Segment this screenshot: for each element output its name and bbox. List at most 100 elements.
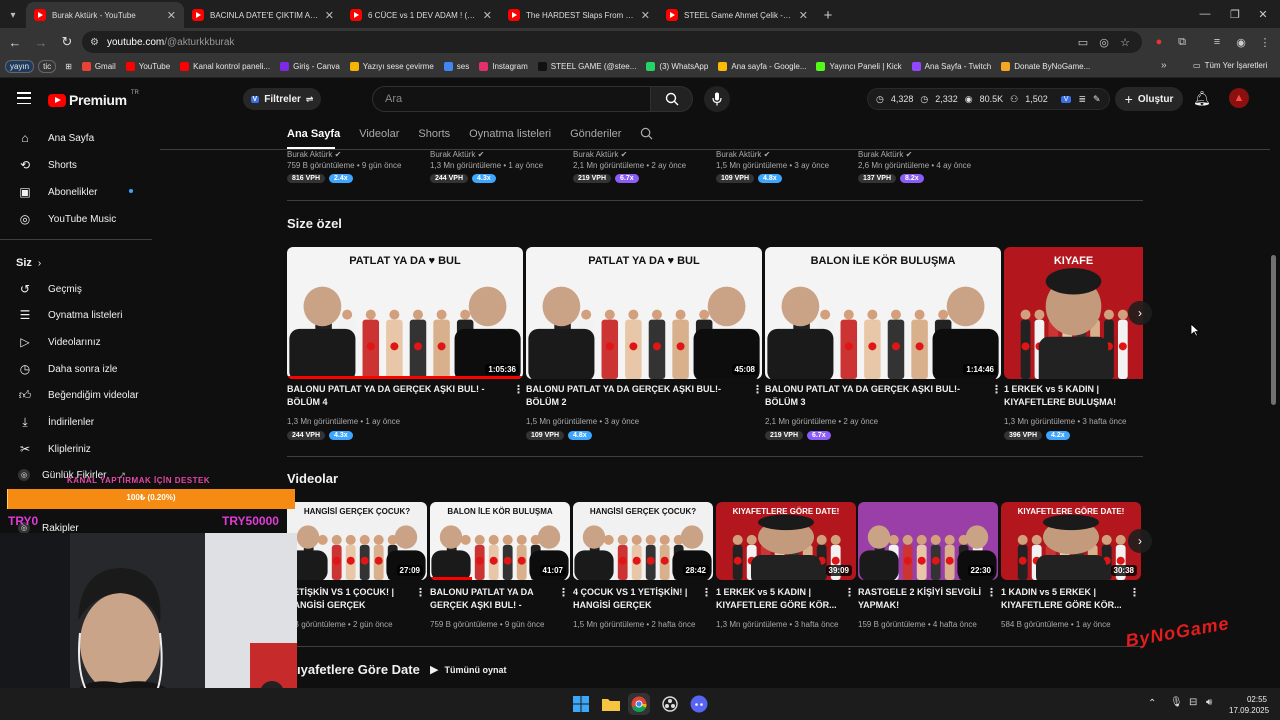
system-clock[interactable]: 02:55 17.09.2025 (1229, 694, 1269, 716)
video-title[interactable]: BALONU PATLAT YA DA GERÇEK AŞKI BUL!- BÖ… (526, 383, 748, 409)
bookmark-pill[interactable]: tic (38, 60, 57, 73)
close-tab-icon[interactable]: ✕ (799, 9, 808, 22)
sidebar-item-liked[interactable]: 👍︎ Beğendiğim videolar (18, 388, 139, 402)
more-options-icon[interactable]: ⋮ (701, 586, 712, 599)
more-options-icon[interactable]: ⋮ (986, 586, 997, 599)
chrome-icon[interactable] (628, 693, 650, 715)
video-thumbnail[interactable]: HANGİSİ GERÇEK ÇOCUK? 27:09 (287, 502, 427, 580)
bookmarks-more-icon[interactable]: » (1161, 60, 1167, 71)
close-tab-icon[interactable]: ✕ (167, 9, 176, 22)
tab-search-icon[interactable]: ▾ (0, 2, 26, 28)
channel-name[interactable]: Burak Aktürk ✔ (287, 149, 427, 160)
sidebar-item-music[interactable]: ◎ YouTube Music (18, 212, 116, 226)
video-title[interactable]: 1 KADIN vs 5 ERKEK | KIYAFETLERE GÖRE KÖ… (1001, 586, 1125, 612)
close-tab-icon[interactable]: ✕ (325, 9, 334, 22)
forward-icon[interactable]: → (30, 31, 52, 53)
video-card[interactable]: KIYAFETLERE GÖRE DATE! 30:38 1 KADIN vs 5 … (1001, 502, 1141, 632)
video-title[interactable]: YETİŞKİN VS 1 ÇOCUK! | HANGİSİ GERÇEK ÇO… (287, 586, 411, 613)
video-title[interactable]: BALONU PATLAT YA DA GERÇEK AŞKI BUL! - B… (430, 586, 554, 613)
sidebar-item-watch-later[interactable]: ◷ Daha sonra izle (18, 362, 118, 376)
video-card[interactable]: BALON İLE KÖR BULUŞMA 41:07 BALONU PATLAT … (430, 502, 570, 632)
back-icon[interactable]: ← (4, 31, 26, 53)
video-title[interactable]: BALONU PATLAT YA DA GERÇEK AŞKI BUL! - B… (287, 383, 509, 409)
video-card[interactable]: 22:30 RASTGELE 2 KİŞİYİ SEVGİLİ YAPMAK! ⋮ 1… (858, 502, 998, 632)
more-options-icon[interactable]: ⋮ (844, 586, 855, 599)
video-card[interactable]: PATLAT YA DA ♥ BUL 45:08 BALONU PATLAT YA … (526, 247, 763, 447)
youtube-premium-logo[interactable]: Premium TR (48, 90, 139, 108)
sidebar-item-playlists[interactable]: ☰ Oynatma listeleri (18, 308, 123, 322)
bookmark-item[interactable]: Gmail (77, 62, 121, 71)
network-icon[interactable]: ⊟ (1189, 697, 1197, 708)
channel-name[interactable]: Burak Aktürk ✔ (430, 149, 570, 160)
browser-tab-0[interactable]: Burak Aktürk - YouTube ✕ (26, 2, 184, 28)
bookmark-item[interactable]: ses (439, 62, 474, 71)
more-options-icon[interactable]: ⋮ (558, 586, 569, 599)
volume-icon[interactable]: 🔊︎ (1206, 697, 1212, 708)
minimize-icon[interactable]: — (1188, 0, 1222, 28)
bookmark-item[interactable]: Ana sayfa - Google... (713, 62, 811, 71)
extension-stats-bar[interactable]: ◷ 4,328 ◷ 2,332 ◉ 80.5K ⚇ 1,502 V ≣ ✎ (867, 88, 1110, 110)
browser-tab-2[interactable]: 6 CÜCE vs 1 DEV ADAM ! (Kim ✕ (342, 2, 500, 28)
bookmark-item[interactable]: Yayıncı Paneli | Kick (811, 62, 906, 71)
tab-home[interactable]: Ana Sayfa (287, 128, 340, 140)
bookmark-item[interactable]: Yazıyı sese çevirme (345, 62, 439, 71)
video-thumbnail[interactable]: PATLAT YA DA ♥ BUL 45:08 (526, 247, 762, 379)
search-button[interactable] (651, 86, 693, 112)
channel-name[interactable]: Burak Aktürk ✔ (716, 149, 856, 160)
tab-shorts[interactable]: Shorts (418, 128, 450, 140)
bookmark-item[interactable]: Giriş - Canva (275, 62, 345, 71)
bookmark-item[interactable]: (3) WhatsApp (641, 62, 713, 71)
bookmark-item[interactable]: Kanal kontrol paneli... (175, 62, 275, 71)
more-options-icon[interactable]: ⋮ (415, 586, 426, 599)
vidiq-icon[interactable]: V (1060, 95, 1072, 103)
close-tab-icon[interactable]: ✕ (483, 9, 492, 22)
bookmark-pill[interactable]: yayın (5, 60, 35, 73)
play-all-button[interactable]: ▶ Tümünü oynat (430, 663, 506, 676)
mic-tray-icon[interactable]: 🎙︎ (1170, 697, 1183, 708)
browser-tab-4[interactable]: STEEL Game Ahmet Çelik - You ✕ (658, 2, 816, 28)
site-info-icon[interactable]: ⚙ (90, 37, 99, 48)
browser-menu-icon[interactable]: ⋮ (1256, 33, 1274, 51)
video-title[interactable]: 1 ERKEK vs 5 KADIN | KIYAFETLERE BULUŞMA… (1004, 383, 1129, 409)
video-card[interactable]: KIYAFE 1 ERKEK vs 5 KADIN | KIYAFETLERE B… (1004, 247, 1143, 447)
browser-tab-1[interactable]: BACINLA DATE'E ÇIKTIM ALİ Bİ ✕ (184, 2, 342, 28)
channel-search-icon[interactable] (640, 127, 653, 140)
profile-avatar-icon[interactable]: ◉ (1232, 33, 1250, 51)
more-options-icon[interactable]: ⋮ (513, 383, 524, 396)
sidebar-item-downloads[interactable]: ⤓ İndirilenler (18, 415, 94, 429)
new-tab-button[interactable]: + (816, 2, 840, 28)
video-card[interactable]: KIYAFETLERE GÖRE DATE! 39:09 1 ERKEK vs 5 … (716, 502, 856, 632)
list-icon[interactable]: ≣ (1078, 94, 1086, 105)
notifications-bell-icon[interactable]: 🔔︎ (1193, 90, 1211, 107)
video-thumbnail[interactable]: KIYAFETLERE GÖRE DATE! 39:09 (716, 502, 856, 580)
close-window-icon[interactable]: ✕ (1246, 0, 1280, 28)
video-title[interactable]: 1 ERKEK vs 5 KADIN | KIYAFETLERE GÖRE KÖ… (716, 586, 840, 612)
filters-button[interactable]: V Filtreler ⇌ (243, 88, 321, 110)
sidebar-item-shorts[interactable]: ⟲ Shorts (18, 158, 77, 172)
extensions-puzzle-icon[interactable]: ⧉ (1173, 33, 1191, 51)
video-title[interactable]: 4 ÇOCUK VS 1 YETİŞKİN! | HANGİSİ GERÇEK … (573, 586, 697, 613)
channel-name[interactable]: Burak Aktürk ✔ (573, 149, 713, 160)
windows-start-icon[interactable] (570, 693, 592, 715)
page-scrollbar-thumb[interactable] (1271, 255, 1276, 405)
sidebar-item-your-videos[interactable]: ▷ Videolarınız (18, 335, 100, 349)
more-options-icon[interactable]: ⋮ (752, 383, 763, 396)
shelf-next-arrow-icon[interactable]: › (1128, 529, 1152, 553)
more-options-icon[interactable]: ⋮ (991, 383, 1002, 396)
video-thumbnail[interactable]: BALON İLE KÖR BULUŞMA 1:14:46 (765, 247, 1001, 379)
voice-search-button[interactable] (704, 86, 730, 112)
reload-icon[interactable]: ↻ (56, 31, 78, 53)
video-thumbnail[interactable]: PATLAT YA DA ♥ BUL 1:05:36 (287, 247, 523, 379)
video-title[interactable]: RASTGELE 2 KİŞİYİ SEVGİLİ YAPMAK! (858, 586, 982, 612)
apps-grid-icon[interactable]: ⊞ (60, 62, 77, 71)
video-thumbnail[interactable]: 22:30 (858, 502, 998, 580)
video-card[interactable]: BALON İLE KÖR BULUŞMA 1:14:46 BALONU PATLA… (765, 247, 1002, 447)
tab-videos[interactable]: Videolar (359, 128, 399, 140)
video-card[interactable]: HANGİSİ GERÇEK ÇOCUK? 27:09 YETİŞKİN VS 1 … (287, 502, 427, 632)
bookmark-item[interactable]: YouTube (121, 62, 175, 71)
browser-tab-3[interactable]: The HARDEST Slaps From Slap ✕ (500, 2, 658, 28)
bookmark-star-icon[interactable]: ☆ (1116, 33, 1134, 51)
tray-arrow-icon[interactable]: ⌃ (1148, 698, 1156, 709)
create-button[interactable]: + Oluştur (1115, 87, 1183, 111)
bookmark-item[interactable]: Donate ByNoGame... (996, 62, 1095, 71)
